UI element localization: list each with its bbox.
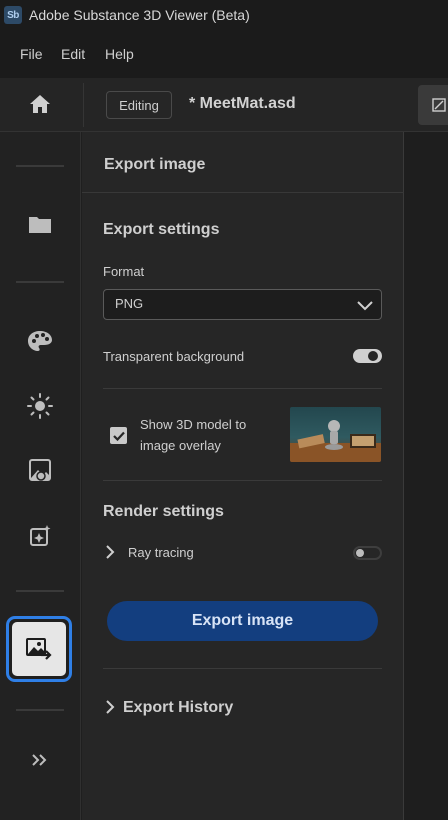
toggle-knob: [356, 549, 364, 557]
export-image-icon: [26, 638, 52, 660]
toolbar-right-button[interactable]: [418, 85, 448, 125]
overlay-preview-thumbnail: [290, 407, 381, 462]
toolbar-divider: [83, 83, 84, 127]
mode-badge[interactable]: Editing: [106, 91, 172, 119]
rail-files-button[interactable]: [24, 208, 56, 240]
palette-icon: [28, 331, 52, 351]
sun-icon: [27, 393, 53, 419]
edit-image-icon: [432, 98, 446, 112]
panel-header-divider: [82, 192, 404, 193]
export-settings-heading: Export settings: [103, 221, 220, 238]
rail-divider: [16, 709, 64, 711]
window-title: Adobe Substance 3D Viewer (Beta): [29, 7, 250, 23]
home-icon: [30, 95, 50, 113]
overlay-checkbox[interactable]: [110, 427, 127, 444]
rail-divider: [16, 165, 64, 167]
format-value: PNG: [115, 296, 144, 311]
chevron-right-icon[interactable]: [104, 545, 116, 559]
rail-materials-button[interactable]: [24, 325, 56, 357]
chevron-down-icon: [357, 301, 373, 311]
divider: [103, 388, 382, 389]
ray-tracing-label: Ray tracing: [128, 545, 194, 560]
folder-icon: [29, 217, 51, 233]
chevron-right-icon[interactable]: [104, 699, 116, 715]
viewport-edge: [403, 132, 448, 820]
menu-help[interactable]: Help: [105, 46, 134, 62]
export-history-label[interactable]: Export History: [123, 699, 233, 717]
divider: [103, 668, 382, 669]
menu-file[interactable]: File: [20, 46, 43, 62]
menu-edit[interactable]: Edit: [61, 46, 85, 62]
transparent-background-label: Transparent background: [103, 349, 245, 364]
sparkle-edit-icon: [30, 525, 51, 546]
render-settings-heading: Render settings: [103, 503, 224, 520]
rail-effects-button[interactable]: [24, 520, 56, 552]
format-dropdown[interactable]: [103, 289, 382, 320]
toggle-knob: [368, 351, 378, 361]
rail-environment-button[interactable]: [24, 454, 56, 486]
checkmark-icon: [112, 431, 125, 441]
home-button[interactable]: [26, 90, 54, 118]
format-label: Format: [103, 264, 145, 279]
export-image-button[interactable]: Export image: [107, 601, 378, 641]
rail-lighting-button[interactable]: [24, 390, 56, 422]
rail-export-button-face[interactable]: [12, 622, 66, 676]
divider: [103, 480, 382, 481]
panel-title: Export image: [104, 156, 206, 173]
overlay-label: Show 3D model to image overlay: [140, 417, 247, 453]
rail-divider: [16, 281, 64, 283]
expand-chevrons-icon: [32, 754, 47, 766]
rail-divider: [16, 590, 64, 592]
app-logo: Sb: [4, 6, 22, 24]
rail-expand-button[interactable]: [24, 744, 56, 776]
environment-image-icon: [29, 459, 51, 481]
file-name: * MeetMat.asd: [189, 95, 296, 112]
